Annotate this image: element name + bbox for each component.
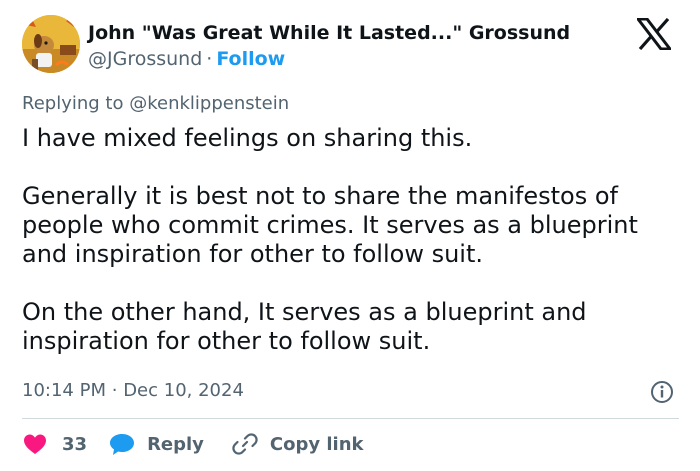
tweet-timestamp[interactable]: 10:14 PM · Dec 10, 2024 <box>22 380 244 401</box>
reply-mention-link[interactable]: @kenklippenstein <box>129 93 289 114</box>
like-count: 33 <box>62 433 88 455</box>
info-icon[interactable] <box>650 380 674 404</box>
tweet-paragraph: I have mixed feelings on sharing this. <box>22 124 692 153</box>
timestamp-separator: · <box>111 380 118 401</box>
tweet-line: Generally it is best not to share the ma… <box>22 182 619 210</box>
tweet-line: and inspiration for other to follow suit… <box>22 240 483 268</box>
follow-button[interactable]: Follow <box>216 48 285 70</box>
this-is-fine-dog-avatar-icon <box>22 15 80 73</box>
tweet-line: inspiration for other to follow suit. <box>22 327 431 355</box>
action-bar: 33 Reply Copy link <box>22 431 364 457</box>
avatar[interactable] <box>22 15 80 73</box>
tweet-line: On the other hand, It serves as a bluepr… <box>22 298 587 326</box>
tweet-line: I have mixed feelings on sharing this. <box>22 124 473 152</box>
author-handle-row: @JGrossund · Follow <box>88 48 285 70</box>
tweet-date: Dec 10, 2024 <box>123 380 244 401</box>
tweet-text: I have mixed feelings on sharing this. G… <box>22 124 692 356</box>
author-handle[interactable]: @JGrossund <box>88 48 202 70</box>
tweet-paragraph: Generally it is best not to share the ma… <box>22 182 692 269</box>
tweet-paragraph: On the other hand, It serves as a bluepr… <box>22 298 692 356</box>
divider <box>22 418 679 419</box>
reply-button[interactable]: Reply <box>109 432 204 456</box>
author-name[interactable]: John "Was Great While It Lasted..." Gros… <box>88 22 570 44</box>
replying-to: Replying to @kenklippenstein <box>22 93 289 114</box>
tweet-time: 10:14 PM <box>22 380 106 401</box>
link-icon <box>232 433 258 455</box>
reply-label: Reply <box>147 433 204 455</box>
like-button[interactable]: 33 <box>22 432 87 456</box>
x-logo-icon[interactable] <box>634 17 674 51</box>
replying-to-label: Replying to <box>22 93 124 114</box>
copy-link-button[interactable]: Copy link <box>232 431 364 457</box>
handle-separator: · <box>206 48 213 70</box>
copy-link-label: Copy link <box>269 433 364 455</box>
heart-icon <box>24 434 46 454</box>
tweet-line: people who commit crimes. It serves as a… <box>22 211 638 239</box>
speech-bubble-icon <box>110 434 135 455</box>
